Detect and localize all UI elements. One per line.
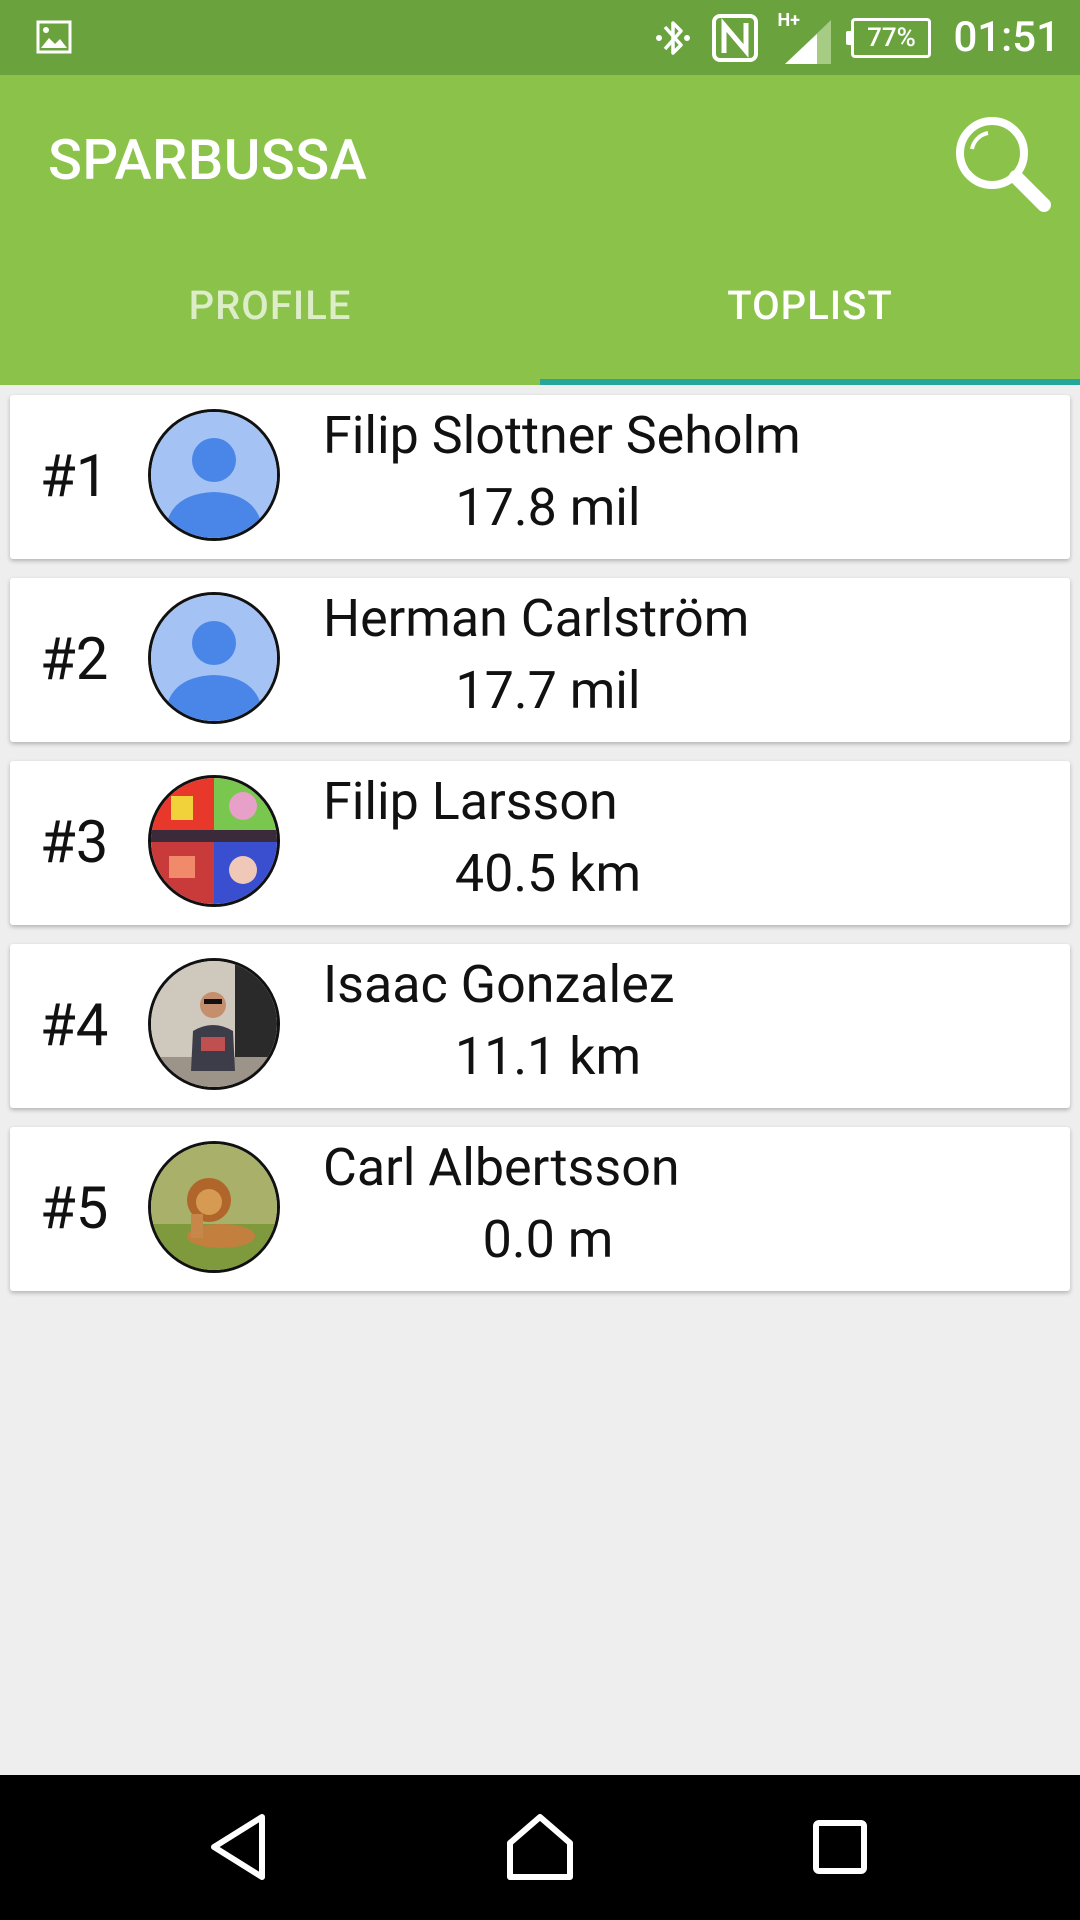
back-icon[interactable] bbox=[200, 1807, 280, 1887]
recent-apps-icon[interactable] bbox=[800, 1807, 880, 1887]
rank-label: #1 bbox=[40, 443, 109, 511]
person-photo-icon bbox=[151, 961, 277, 1087]
avatar bbox=[148, 592, 280, 724]
image-notification-icon bbox=[36, 20, 72, 54]
search-icon bbox=[956, 117, 1051, 212]
battery-icon: 77% bbox=[846, 17, 932, 58]
rank-label: #5 bbox=[40, 1175, 109, 1243]
tab-label: PROFILE bbox=[188, 281, 352, 329]
app-bar: SPARBUSSA PROFILE TOPLIST bbox=[0, 75, 1080, 385]
user-name: Filip Larsson bbox=[323, 771, 618, 832]
toplist-item[interactable]: #4 Isaac Gonzalez 11.1 km bbox=[10, 944, 1070, 1108]
home-icon[interactable] bbox=[500, 1807, 580, 1887]
distance-value: 17.7 mil bbox=[455, 660, 641, 721]
rank-label: #2 bbox=[40, 626, 109, 694]
distance-value: 11.1 km bbox=[454, 1026, 642, 1087]
distance-value: 40.5 km bbox=[454, 843, 642, 904]
distance-value: 0.0 m bbox=[482, 1209, 614, 1270]
nfc-icon bbox=[712, 13, 759, 62]
user-name: Carl Albertsson bbox=[323, 1137, 680, 1198]
signal-icon bbox=[785, 19, 832, 64]
toplist-item[interactable]: #5 Carl Albertsson 0.0 m bbox=[10, 1127, 1070, 1291]
user-name: Herman Carlström bbox=[323, 588, 750, 649]
avatar bbox=[148, 1141, 280, 1273]
avatar bbox=[148, 958, 280, 1090]
distance-value: 17.8 mil bbox=[455, 477, 641, 538]
toplist-item[interactable]: #1 Filip Slottner Seholm 17.8 mil bbox=[10, 395, 1070, 559]
tab-label: TOPLIST bbox=[727, 281, 893, 329]
signal-indicator: H+ bbox=[777, 10, 833, 66]
screen: H+ 77% 01:51 SPARBUSSA PROFILE TOPLIST #… bbox=[0, 0, 1080, 1920]
default-avatar-icon bbox=[151, 412, 277, 538]
bluetooth-icon bbox=[656, 20, 691, 55]
clock: 01:51 bbox=[953, 13, 1060, 62]
default-avatar-icon bbox=[151, 595, 277, 721]
tab-profile[interactable]: PROFILE bbox=[0, 225, 540, 385]
tab-bar: PROFILE TOPLIST bbox=[0, 225, 1080, 385]
status-icons: H+ 77% 01:51 bbox=[635, 0, 1060, 75]
avatar bbox=[148, 775, 280, 907]
app-title: SPARBUSSA bbox=[48, 127, 368, 193]
battery-level: 77% bbox=[867, 22, 916, 53]
toplist-item[interactable]: #2 Herman Carlström 17.7 mil bbox=[10, 578, 1070, 742]
toplist-item[interactable]: #3 Filip Larsson 40.5 km bbox=[10, 761, 1070, 925]
navigation-bar bbox=[0, 1775, 1080, 1920]
rank-label: #4 bbox=[40, 992, 109, 1060]
user-name: Isaac Gonzalez bbox=[323, 954, 675, 1015]
rank-label: #3 bbox=[40, 809, 109, 877]
tab-toplist[interactable]: TOPLIST bbox=[540, 225, 1080, 385]
collage-photo-icon bbox=[151, 778, 277, 904]
status-bar: H+ 77% 01:51 bbox=[0, 0, 1080, 75]
lion-photo-icon bbox=[151, 1144, 277, 1270]
avatar bbox=[148, 409, 280, 541]
tab-indicator bbox=[540, 379, 1080, 385]
search-button[interactable] bbox=[948, 109, 1058, 219]
user-name: Filip Slottner Seholm bbox=[323, 405, 801, 466]
